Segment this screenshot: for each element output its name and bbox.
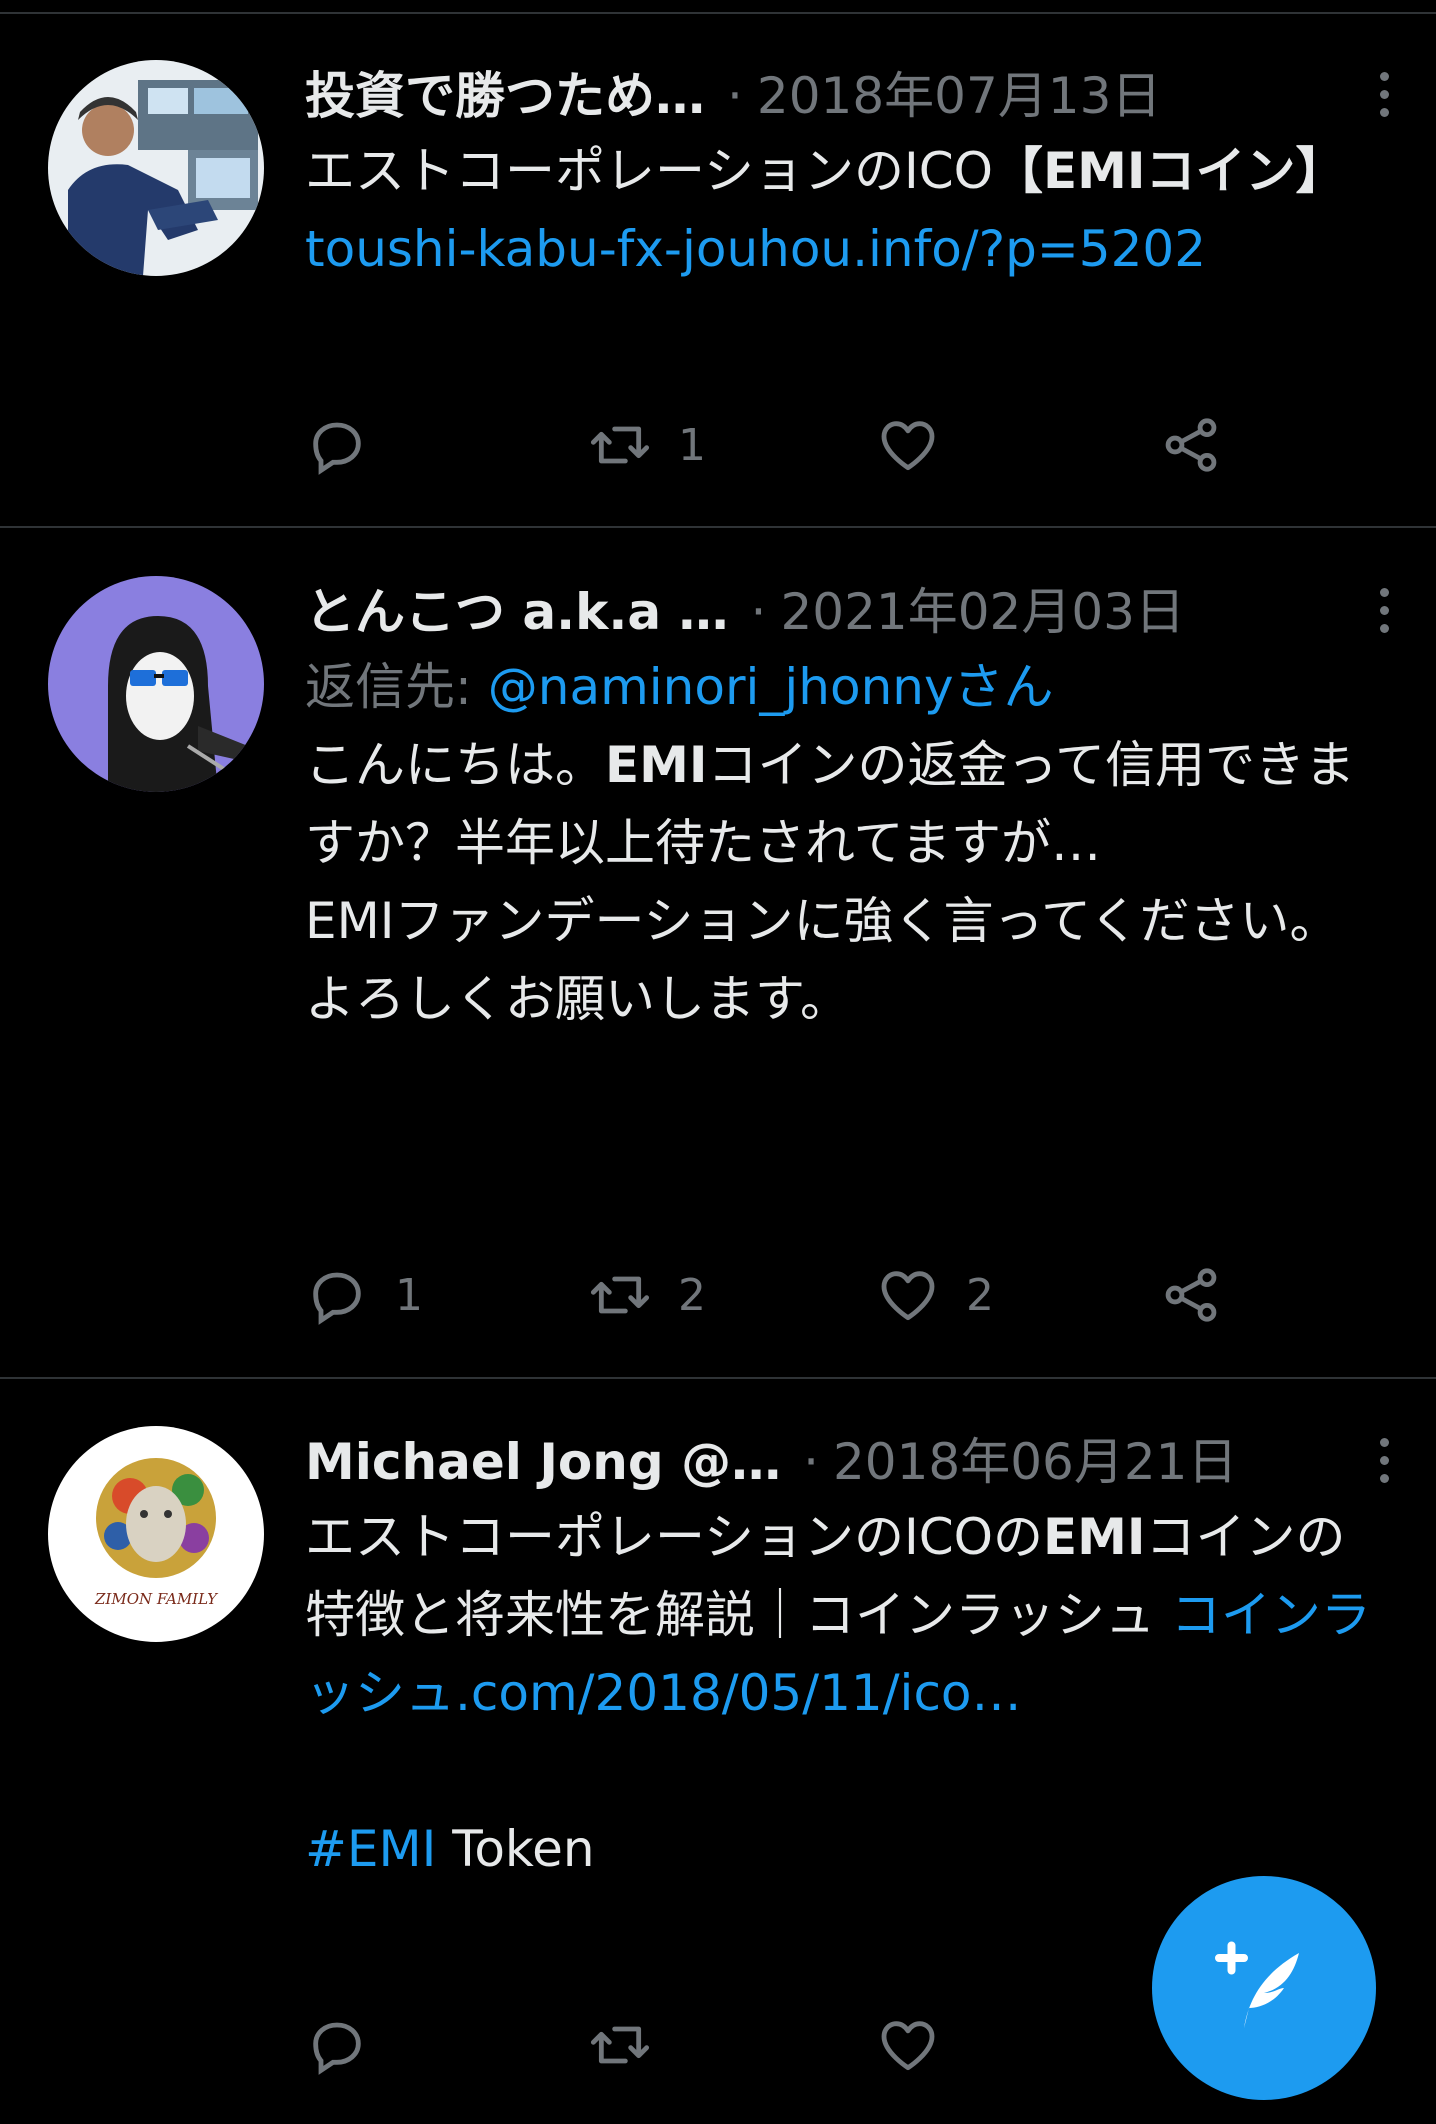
share-button[interactable] — [1159, 1255, 1223, 1335]
avatar[interactable] — [48, 576, 264, 792]
tweet-body: エストコーポレーションのICO【EMIコイン】 toushi-kabu-fx-j… — [305, 132, 1380, 288]
like-icon — [881, 421, 935, 471]
reply-icon — [313, 2022, 361, 2075]
retweet-icon — [590, 1276, 650, 1314]
display-name[interactable]: Michael Jong @… — [305, 1433, 781, 1491]
body-bold: 【EMIコイン】 — [993, 142, 1346, 200]
tweet-divider — [0, 1377, 1436, 1379]
more-icon[interactable] — [1374, 72, 1394, 128]
body-line: EMIファンデーションに強く言ってください。 — [305, 892, 1340, 950]
retweet-button[interactable]: 1 — [588, 405, 706, 485]
compose-icon — [1215, 1941, 1299, 2028]
tweet-date[interactable]: 2021年02月03日 — [780, 583, 1185, 641]
hashtag-line: #EMI Token — [305, 1820, 595, 1878]
reply-to-handle[interactable]: @naminori_jhonnyさん — [488, 658, 1054, 716]
like-count: 2 — [966, 1269, 994, 1321]
share-icon — [1165, 1268, 1217, 1322]
reply-context: 返信先: @naminori_jhonnyさん — [305, 648, 1380, 726]
avatar-lion-image: ZIMON FAMILY — [48, 1426, 264, 1642]
tweet-body: エストコーポレーションのICOのEMIコインの特徴と将来性を解説｜コインラッシュ… — [305, 1508, 1371, 1722]
share-icon — [1165, 418, 1217, 472]
share-button[interactable] — [1159, 405, 1223, 485]
avatar[interactable] — [48, 60, 264, 276]
like-button[interactable] — [876, 405, 966, 485]
tweet-date[interactable]: 2018年06月21日 — [833, 1433, 1238, 1491]
reply-button[interactable]: 1 — [305, 1255, 423, 1335]
tweet-header: 投資で勝つため… · 2018年07月13日 — [305, 60, 1389, 132]
reply-button[interactable] — [305, 405, 395, 485]
reply-button[interactable] — [305, 2005, 395, 2085]
tweet-header: とんこつ a.k.a … · 2021年02月03日 — [305, 576, 1389, 648]
tweet-divider — [0, 526, 1436, 528]
action-bar: 1 — [305, 405, 1305, 485]
more-icon[interactable] — [1374, 588, 1394, 644]
hashtag-link[interactable]: #EMI — [305, 1820, 436, 1878]
reply-icon — [313, 422, 361, 475]
display-name[interactable]: 投資で勝つため… — [305, 67, 705, 125]
retweet-icon — [590, 426, 650, 464]
like-icon — [881, 2021, 935, 2071]
action-bar: 1 2 2 — [305, 1255, 1305, 1335]
body-line: よろしくお願いします。 — [305, 970, 850, 1028]
reply-count: 1 — [395, 1269, 423, 1321]
tweet-link[interactable]: toushi-kabu-fx-jouhou.info/?p=5202 — [305, 220, 1206, 278]
body-text: エストコーポレーションのICO — [305, 142, 994, 200]
display-name[interactable]: とんこつ a.k.a … — [305, 583, 729, 641]
tweet-body: こんにちは。EMIコインの返金って信用できますか？半年以上待たされてますが… E… — [305, 726, 1380, 1038]
avatar[interactable]: ZIMON FAMILY — [48, 1426, 264, 1642]
compose-button[interactable] — [1152, 1876, 1376, 2100]
retweet-button[interactable] — [588, 2005, 678, 2085]
more-icon[interactable] — [1374, 1438, 1394, 1494]
avatar-trader-image — [48, 60, 264, 276]
top-divider — [0, 12, 1436, 14]
like-button[interactable]: 2 — [876, 1255, 994, 1335]
tweet-header: Michael Jong @… · 2018年06月21日 — [305, 1426, 1389, 1498]
separator: · — [750, 583, 767, 641]
reply-icon — [313, 1272, 361, 1325]
retweet-button[interactable]: 2 — [588, 1255, 706, 1335]
like-button[interactable] — [876, 2005, 966, 2085]
retweet-count: 2 — [678, 1269, 706, 1321]
avatar-hooded-figure-image — [48, 576, 264, 792]
avatar-label: ZIMON FAMILY — [94, 1590, 219, 1608]
retweet-count: 1 — [678, 419, 706, 471]
separator: · — [803, 1433, 819, 1491]
reply-prefix: 返信先: — [305, 658, 488, 716]
retweet-icon — [590, 2026, 650, 2064]
separator: · — [727, 67, 743, 125]
tweet-date[interactable]: 2018年07月13日 — [757, 67, 1162, 125]
like-icon — [881, 1271, 935, 1321]
